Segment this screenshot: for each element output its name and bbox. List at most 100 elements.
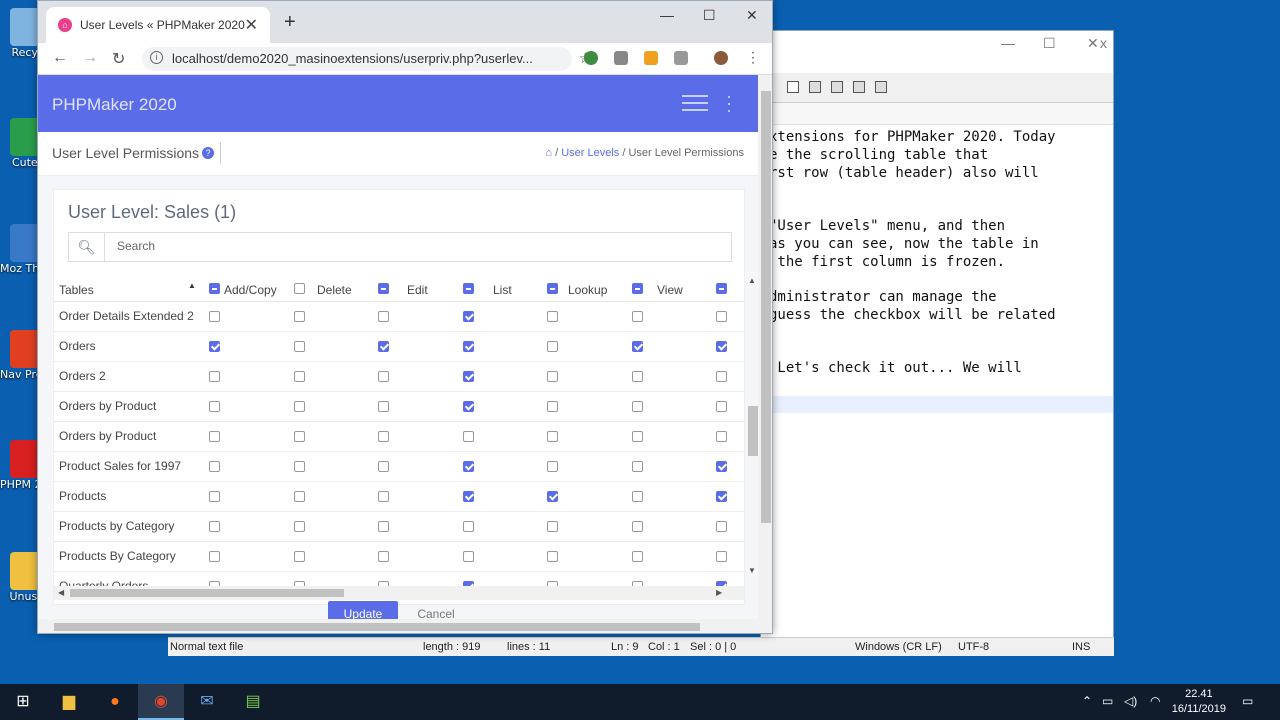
permission-checkbox[interactable] bbox=[463, 401, 474, 412]
permission-checkbox[interactable] bbox=[716, 521, 727, 532]
permission-checkbox[interactable] bbox=[209, 551, 220, 562]
permission-checkbox[interactable] bbox=[716, 551, 727, 562]
permission-checkbox[interactable] bbox=[378, 311, 389, 322]
permission-checkbox[interactable] bbox=[716, 371, 727, 382]
forward-icon[interactable]: → bbox=[82, 49, 98, 67]
permission-checkbox[interactable] bbox=[294, 521, 305, 532]
permission-checkbox[interactable] bbox=[547, 521, 558, 532]
permission-checkbox[interactable] bbox=[378, 371, 389, 382]
permission-checkbox[interactable] bbox=[632, 431, 643, 442]
permission-checkbox[interactable] bbox=[632, 401, 643, 412]
permission-checkbox[interactable] bbox=[378, 341, 389, 352]
permission-checkbox[interactable] bbox=[209, 311, 220, 322]
permission-checkbox[interactable] bbox=[547, 401, 558, 412]
header-checkbox[interactable] bbox=[209, 283, 220, 294]
address-bar[interactable]: i localhost/demo2020_masinoextensions/us… bbox=[142, 47, 592, 71]
clock[interactable]: 22.41 16/11/2019 bbox=[1172, 687, 1226, 717]
maximize-icon[interactable]: ☐ bbox=[1043, 35, 1056, 52]
permission-checkbox[interactable] bbox=[547, 371, 558, 382]
home-icon[interactable]: ⌂ bbox=[545, 147, 552, 159]
permission-checkbox[interactable] bbox=[378, 491, 389, 502]
permission-checkbox[interactable] bbox=[547, 311, 558, 322]
power-icon[interactable]: ▭ bbox=[1102, 694, 1113, 708]
permission-checkbox[interactable] bbox=[209, 491, 220, 502]
permission-checkbox[interactable] bbox=[547, 341, 558, 352]
info-icon[interactable]: i bbox=[150, 51, 163, 64]
maximize-icon[interactable]: ☐ bbox=[703, 7, 716, 24]
permission-checkbox[interactable] bbox=[294, 551, 305, 562]
close-icon[interactable]: ✕ bbox=[1087, 35, 1099, 52]
permission-checkbox[interactable] bbox=[632, 341, 643, 352]
permission-checkbox[interactable] bbox=[632, 551, 643, 562]
permission-checkbox[interactable] bbox=[463, 341, 474, 352]
permission-checkbox[interactable] bbox=[716, 461, 727, 472]
header-checkbox[interactable] bbox=[378, 283, 389, 294]
scroll-right-icon[interactable]: ▶ bbox=[716, 588, 722, 597]
permission-checkbox[interactable] bbox=[547, 551, 558, 562]
permission-checkbox[interactable] bbox=[547, 431, 558, 442]
permission-checkbox[interactable] bbox=[716, 341, 727, 352]
permission-checkbox[interactable] bbox=[632, 491, 643, 502]
tray-chevron-icon[interactable]: ⌃ bbox=[1082, 694, 1092, 708]
record-icon[interactable] bbox=[787, 81, 799, 93]
page-horizontal-scrollbar[interactable] bbox=[38, 619, 758, 633]
permission-checkbox[interactable] bbox=[463, 461, 474, 472]
scroll-up-icon[interactable]: ▲ bbox=[748, 276, 756, 285]
permission-checkbox[interactable] bbox=[294, 341, 305, 352]
header-checkbox[interactable] bbox=[632, 283, 643, 294]
more-vertical-icon[interactable]: · · · bbox=[726, 87, 732, 119]
editor-titlebar[interactable]: — ☐ ✕ x bbox=[761, 31, 1113, 73]
network-icon[interactable]: ◠ bbox=[1150, 694, 1160, 708]
file-explorer-icon[interactable]: ▆ bbox=[46, 684, 92, 720]
column-header-tables[interactable]: Tables bbox=[59, 283, 94, 297]
permission-checkbox[interactable] bbox=[209, 461, 220, 472]
permission-checkbox[interactable] bbox=[294, 311, 305, 322]
help-icon[interactable]: ? bbox=[202, 147, 214, 159]
close-doc-icon[interactable]: x bbox=[1100, 35, 1107, 51]
sort-asc-icon[interactable]: ▲ bbox=[188, 281, 196, 290]
camera-icon[interactable] bbox=[614, 51, 628, 65]
permission-checkbox[interactable] bbox=[632, 311, 643, 322]
menu-icon[interactable]: ⋮ bbox=[746, 49, 760, 66]
thunderbird-icon[interactable]: ✉ bbox=[184, 684, 230, 720]
permission-checkbox[interactable] bbox=[463, 371, 474, 382]
permission-checkbox[interactable] bbox=[294, 491, 305, 502]
header-checkbox[interactable] bbox=[463, 283, 474, 294]
permission-checkbox[interactable] bbox=[632, 371, 643, 382]
reload-icon[interactable]: ↻ bbox=[112, 49, 125, 69]
permission-checkbox[interactable] bbox=[378, 551, 389, 562]
text-editor-window[interactable]: — ☐ ✕ x xtensions for PHPMaker 2020. Tod… bbox=[760, 30, 1114, 656]
header-checkbox[interactable] bbox=[547, 283, 558, 294]
permission-checkbox[interactable] bbox=[294, 431, 305, 442]
table-horizontal-scrollbar[interactable]: ◀ ▶ bbox=[54, 586, 744, 600]
permission-checkbox[interactable] bbox=[378, 401, 389, 412]
permission-checkbox[interactable] bbox=[463, 551, 474, 562]
permission-checkbox[interactable] bbox=[294, 461, 305, 472]
new-tab-icon[interactable]: + bbox=[284, 11, 296, 34]
permission-checkbox[interactable] bbox=[209, 401, 220, 412]
scroll-thumb[interactable] bbox=[54, 623, 700, 631]
permission-checkbox[interactable] bbox=[463, 431, 474, 442]
browser-tab[interactable]: ⌂ User Levels « PHPMaker 2020 ✕ bbox=[46, 7, 270, 43]
permission-checkbox[interactable] bbox=[378, 431, 389, 442]
permission-checkbox[interactable] bbox=[294, 401, 305, 412]
scroll-down-icon[interactable]: ▼ bbox=[748, 566, 756, 575]
permission-checkbox[interactable] bbox=[209, 341, 220, 352]
header-checkbox[interactable] bbox=[716, 283, 727, 294]
firefox-icon[interactable]: ● bbox=[92, 684, 138, 720]
back-icon[interactable]: ← bbox=[52, 49, 68, 67]
profile-avatar-icon[interactable] bbox=[714, 51, 728, 65]
breadcrumb-user-levels[interactable]: User Levels bbox=[561, 147, 619, 159]
permission-checkbox[interactable] bbox=[716, 491, 727, 502]
permission-checkbox[interactable] bbox=[547, 491, 558, 502]
permission-checkbox[interactable] bbox=[716, 401, 727, 412]
editor-text-area[interactable]: xtensions for PHPMaker 2020. Today e the … bbox=[761, 125, 1113, 414]
header-checkbox[interactable] bbox=[294, 283, 305, 294]
permission-checkbox[interactable] bbox=[716, 431, 727, 442]
permission-checkbox[interactable] bbox=[378, 521, 389, 532]
brand-logo[interactable]: PHPMaker 2020 bbox=[52, 95, 177, 115]
permission-checkbox[interactable] bbox=[547, 461, 558, 472]
notification-icon[interactable]: ▭ bbox=[1242, 694, 1253, 708]
minimize-icon[interactable]: — bbox=[1001, 35, 1015, 51]
search-input[interactable] bbox=[117, 239, 677, 253]
